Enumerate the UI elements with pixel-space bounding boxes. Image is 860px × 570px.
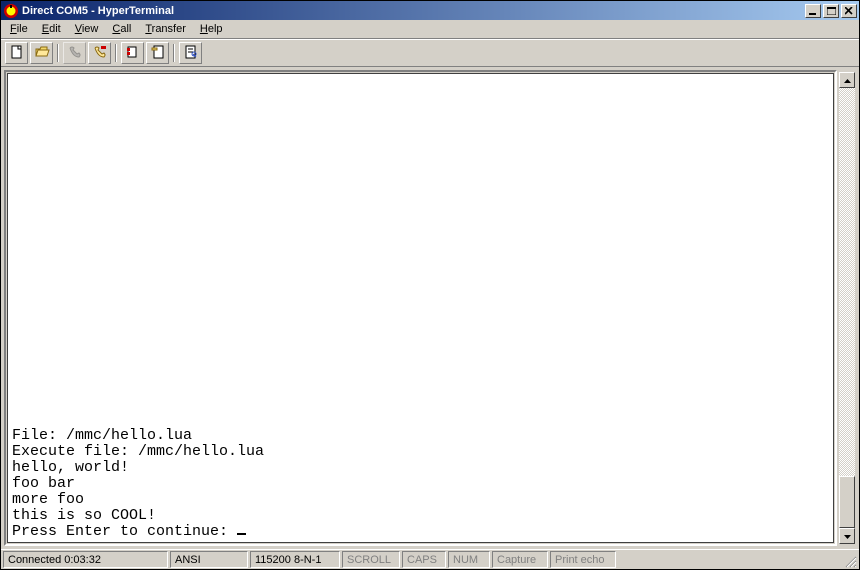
terminal-cursor: [237, 533, 246, 535]
disconnect-button[interactable]: [88, 42, 111, 64]
menu-help[interactable]: Help: [193, 21, 230, 37]
toolbar: [1, 39, 859, 67]
status-scroll: SCROLL: [342, 551, 400, 568]
open-folder-icon: [34, 44, 50, 63]
client-area: File: /mmc/hello.luaExecute file: /mmc/h…: [4, 70, 856, 546]
vertical-scrollbar: [839, 72, 855, 544]
toolbar-separator: [113, 42, 119, 64]
connect-button[interactable]: [63, 42, 86, 64]
status-capture: Capture: [492, 551, 548, 568]
chevron-up-icon: [844, 76, 851, 85]
properties-icon: [183, 44, 199, 63]
phone-connect-icon: [67, 44, 83, 63]
menubar: File Edit View Call Transfer Help: [1, 20, 859, 39]
chevron-down-icon: [844, 532, 851, 541]
terminal-output: File: /mmc/hello.luaExecute file: /mmc/h…: [12, 428, 829, 540]
receive-file-icon: [150, 44, 166, 63]
menu-file[interactable]: File: [3, 21, 35, 37]
new-file-icon: [9, 44, 25, 63]
status-emulation: ANSI: [170, 551, 248, 568]
status-settings: 115200 8-N-1: [250, 551, 340, 568]
scroll-up-button[interactable]: [839, 72, 855, 88]
menu-call[interactable]: Call: [105, 21, 138, 37]
app-icon: [3, 3, 19, 19]
titlebar: Direct COM5 - HyperTerminal: [1, 1, 859, 20]
scroll-track[interactable]: [839, 88, 855, 528]
status-num: NUM: [448, 551, 490, 568]
open-button[interactable]: [30, 42, 53, 64]
toolbar-separator: [171, 42, 177, 64]
receive-button[interactable]: [146, 42, 169, 64]
send-file-icon: [125, 44, 141, 63]
phone-disconnect-icon: [92, 44, 108, 63]
status-caps: CAPS: [402, 551, 446, 568]
app-window: Direct COM5 - HyperTerminal File Edit Vi…: [0, 0, 860, 570]
properties-button[interactable]: [179, 42, 202, 64]
resize-grip[interactable]: [841, 551, 857, 568]
close-button[interactable]: [841, 4, 857, 18]
window-title: Direct COM5 - HyperTerminal: [22, 5, 805, 17]
minimize-button[interactable]: [805, 4, 821, 18]
status-connected: Connected 0:03:32: [3, 551, 168, 568]
menu-edit[interactable]: Edit: [35, 21, 68, 37]
toolbar-separator: [55, 42, 61, 64]
window-controls: [805, 4, 857, 18]
status-printecho: Print echo: [550, 551, 616, 568]
statusbar: Connected 0:03:32 ANSI 115200 8-N-1 SCRO…: [1, 549, 859, 569]
maximize-button[interactable]: [823, 4, 839, 18]
terminal[interactable]: File: /mmc/hello.luaExecute file: /mmc/h…: [7, 73, 834, 543]
menu-view[interactable]: View: [68, 21, 106, 37]
new-button[interactable]: [5, 42, 28, 64]
send-button[interactable]: [121, 42, 144, 64]
menu-transfer[interactable]: Transfer: [138, 21, 193, 37]
scroll-down-button[interactable]: [839, 528, 855, 544]
terminal-frame: File: /mmc/hello.luaExecute file: /mmc/h…: [4, 70, 837, 546]
scroll-thumb[interactable]: [839, 476, 855, 528]
